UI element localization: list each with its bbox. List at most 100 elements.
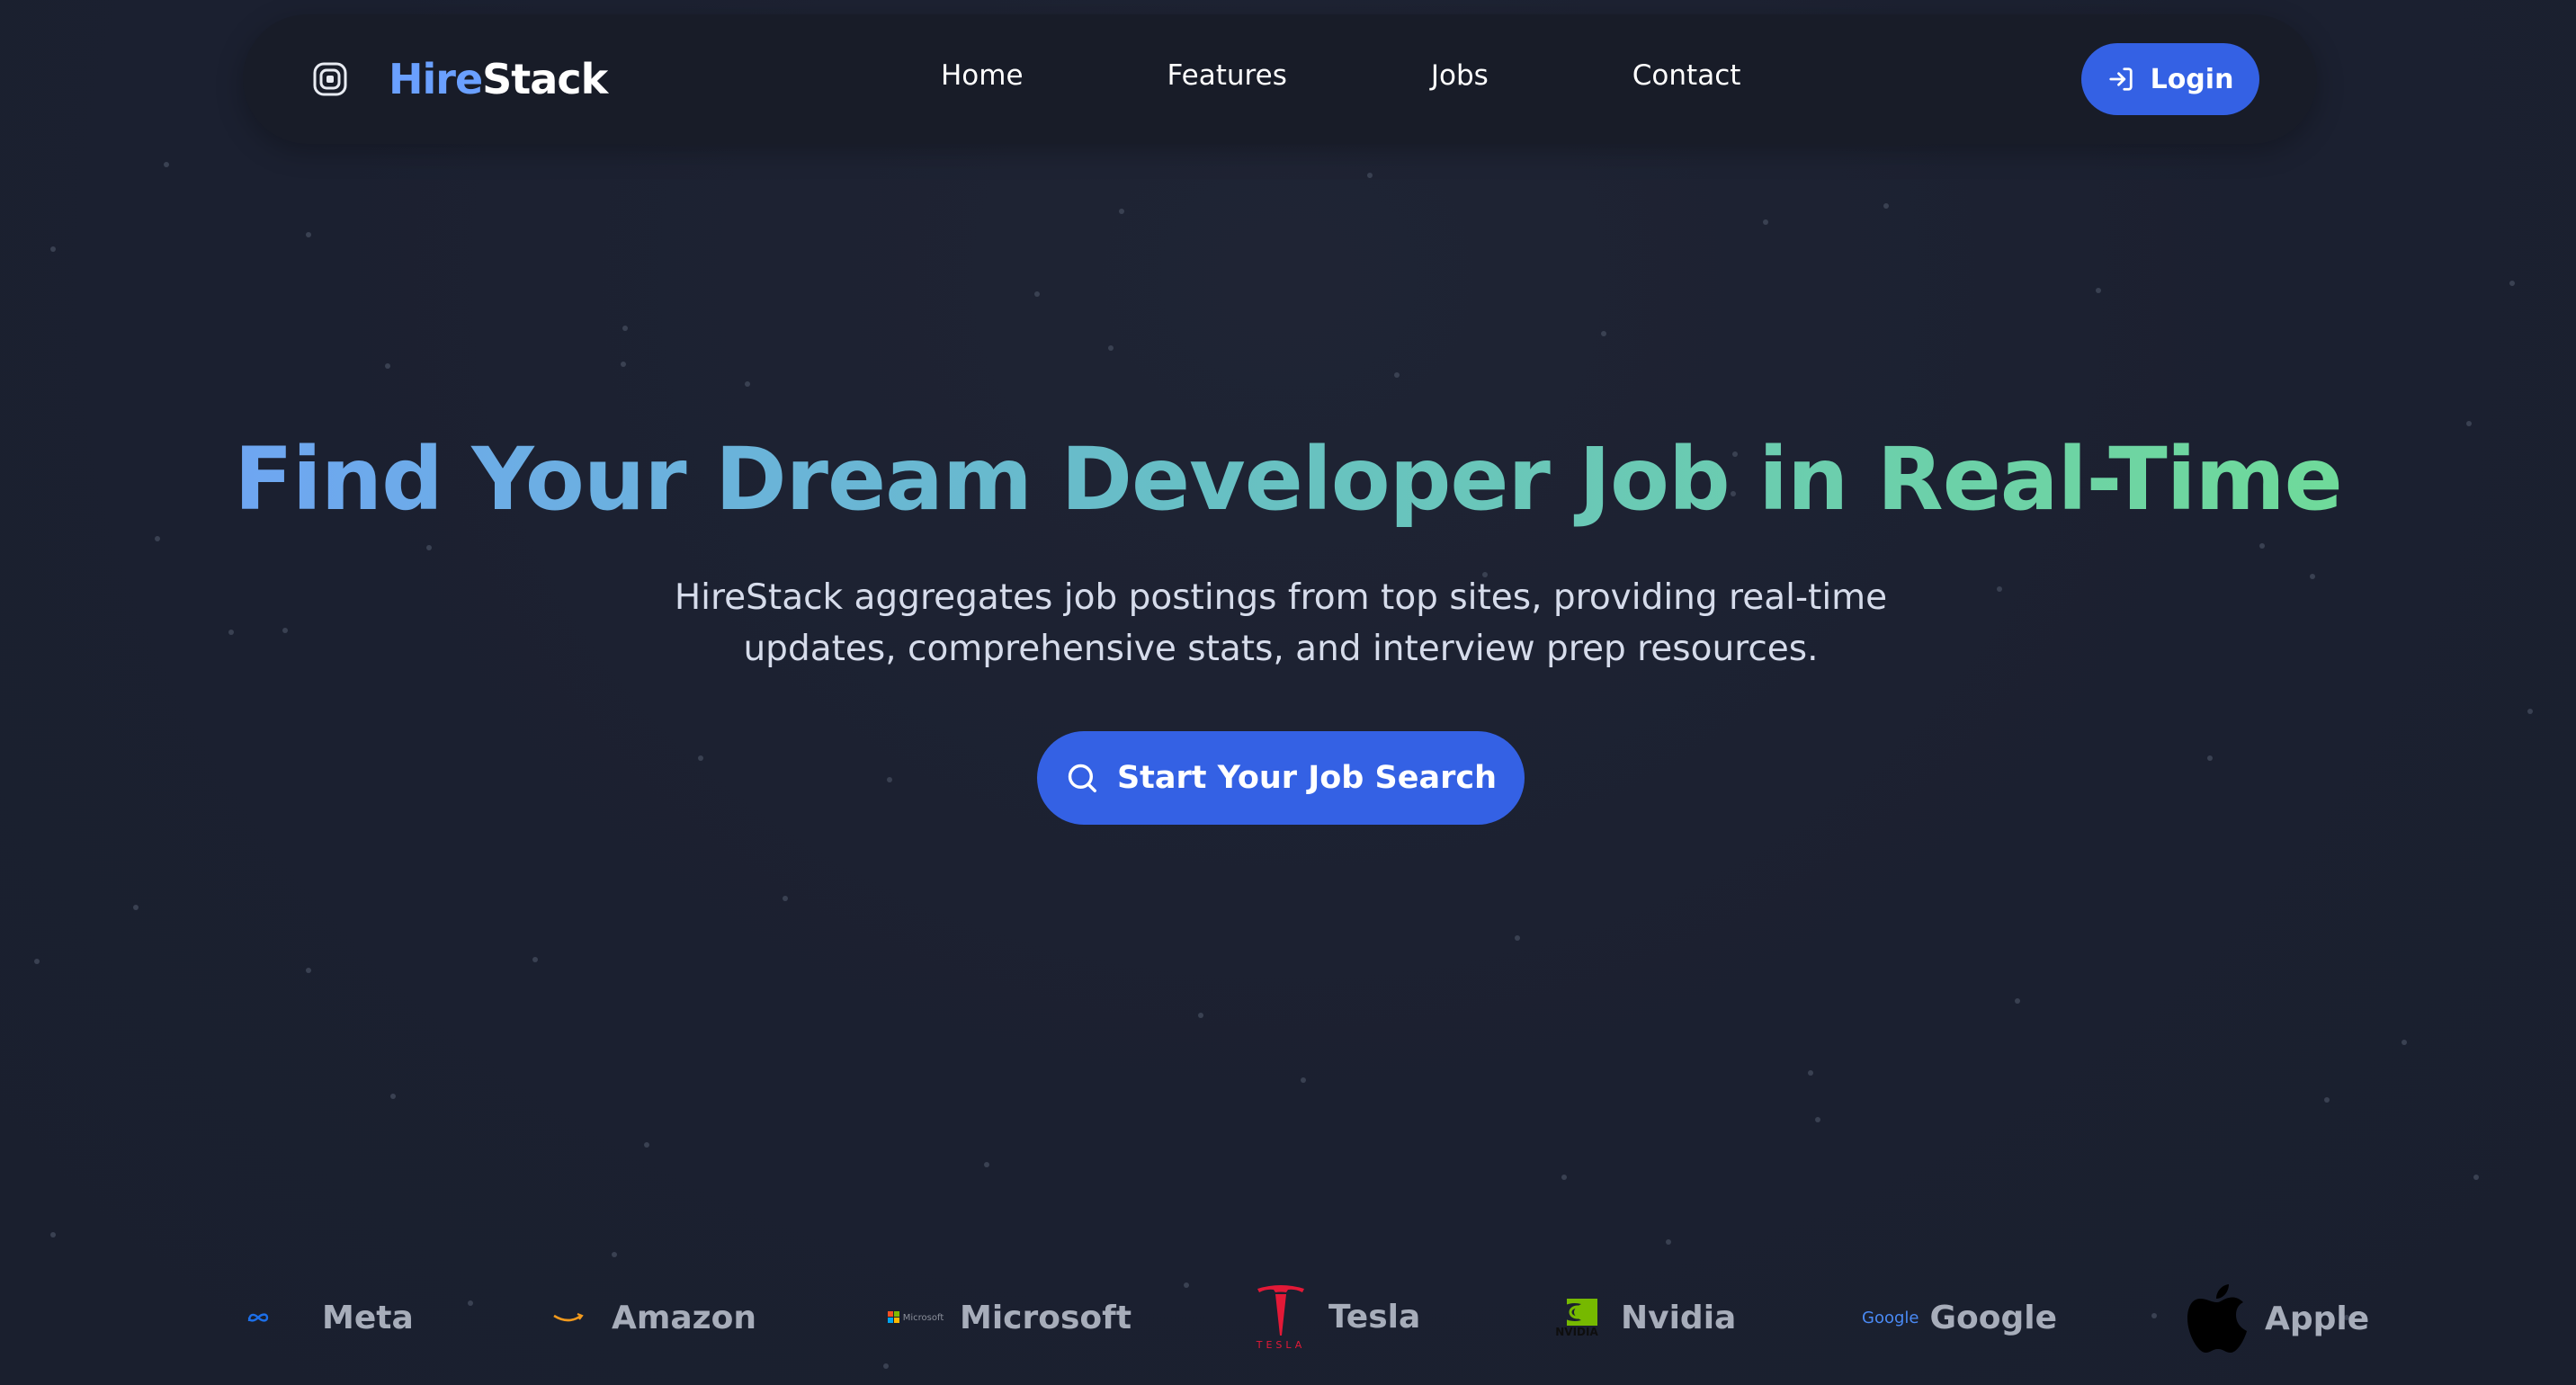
background-star xyxy=(2015,998,2020,1004)
company-name-apple: Apple xyxy=(2265,1300,2370,1337)
background-star xyxy=(228,630,234,635)
background-star xyxy=(1601,331,1606,336)
background-star xyxy=(2259,543,2265,549)
company-name-amazon: Amazon xyxy=(612,1299,756,1336)
company-meta: Meta xyxy=(246,1277,414,1358)
company-name-tesla: Tesla xyxy=(1328,1298,1421,1336)
nav-link-contact[interactable]: Contact xyxy=(1632,59,1741,92)
background-star xyxy=(164,162,169,167)
background-star xyxy=(306,968,311,973)
hero-title: Find Your Dream Developer Job in Real-Ti… xyxy=(0,430,2576,529)
company-name-nvidia: Nvidia xyxy=(1621,1299,1737,1336)
background-star xyxy=(1034,291,1040,297)
background-star xyxy=(887,777,892,782)
background-star xyxy=(2310,574,2315,579)
background-star xyxy=(1301,1077,1306,1083)
microsoft-logo-icon: Microsoft xyxy=(886,1309,945,1327)
company-apple: Apple xyxy=(2187,1273,2369,1363)
background-star xyxy=(1561,1175,1567,1180)
start-job-search-button[interactable]: Start Your Job Search xyxy=(1037,731,1525,825)
background-star xyxy=(1763,219,1768,225)
company-name-meta: Meta xyxy=(322,1299,414,1336)
nvidia-eye-icon xyxy=(1556,1299,1597,1326)
nvidia-logo-icon: NVIDIA xyxy=(1549,1297,1605,1338)
background-star xyxy=(2207,755,2213,761)
background-star xyxy=(644,1142,649,1148)
hero-title-text: Find Your Dream Developer Job in Real-Ti… xyxy=(234,429,2343,530)
company-amazon: Amazon xyxy=(550,1277,756,1358)
background-star xyxy=(698,755,703,761)
google-logo-text: Google xyxy=(1862,1308,1919,1327)
background-star xyxy=(390,1094,396,1099)
background-star xyxy=(385,363,390,369)
tesla-logo-text: TESLA xyxy=(1256,1338,1306,1351)
background-star xyxy=(1119,209,1124,214)
layers-icon xyxy=(313,62,347,96)
microsoft-squares-icon xyxy=(887,1311,899,1323)
login-button[interactable]: Login xyxy=(2081,43,2259,115)
company-name-microsoft: Microsoft xyxy=(960,1299,1132,1336)
background-star xyxy=(1108,345,1114,351)
background-star xyxy=(1997,586,2002,592)
nav-link-features[interactable]: Features xyxy=(1167,59,1287,92)
background-star xyxy=(612,1252,617,1257)
background-star xyxy=(1808,1070,1813,1076)
background-star xyxy=(306,232,311,237)
background-star xyxy=(133,905,139,910)
background-star xyxy=(1815,1117,1820,1122)
company-tesla: TESLA Tesla xyxy=(1253,1272,1420,1362)
background-star xyxy=(426,545,432,550)
start-job-search-label: Start Your Job Search xyxy=(1116,760,1498,796)
background-star xyxy=(745,381,750,387)
background-star xyxy=(622,326,628,331)
background-star xyxy=(2324,1097,2330,1103)
nav-link-home[interactable]: Home xyxy=(941,59,1024,92)
background-star xyxy=(1515,935,1520,941)
background-star xyxy=(783,896,788,901)
nav-link-jobs[interactable]: Jobs xyxy=(1431,59,1489,92)
brand-name-part1: Hire xyxy=(389,55,483,103)
company-nvidia: NVIDIA Nvidia xyxy=(1549,1277,1736,1358)
background-star xyxy=(1666,1239,1671,1245)
meta-logo-icon xyxy=(247,1313,269,1322)
background-star xyxy=(34,959,40,964)
background-star xyxy=(2527,709,2533,714)
background-star xyxy=(1883,203,1889,209)
background-star xyxy=(1198,1013,1203,1018)
background-star xyxy=(50,1232,56,1238)
tesla-logo-icon: TESLA xyxy=(1253,1283,1309,1351)
background-star xyxy=(1394,372,1400,378)
nvidia-logo-text: NVIDIA xyxy=(1555,1326,1598,1338)
company-logo-strip: Meta Amazon Microsoft Microsoft TESLA Te… xyxy=(0,1277,2576,1367)
brand-name: HireStack xyxy=(389,55,608,103)
navbar: HireStack Home Features Jobs Contact Log… xyxy=(243,14,2317,144)
company-name-google: Google xyxy=(1929,1299,2058,1336)
starfield-background xyxy=(0,0,2576,1385)
background-star xyxy=(2473,1175,2479,1180)
background-star xyxy=(2509,281,2515,286)
background-star xyxy=(532,957,538,962)
background-star xyxy=(282,628,288,633)
background-star xyxy=(1367,173,1373,178)
apple-logo-icon xyxy=(2187,1284,2247,1353)
background-star xyxy=(2402,1040,2407,1045)
nav-links: Home Features Jobs Contact xyxy=(941,59,1740,92)
background-star xyxy=(2096,288,2101,293)
brand-name-part2: Stack xyxy=(482,55,608,103)
login-arrow-icon xyxy=(2108,67,2133,91)
company-microsoft: Microsoft Microsoft xyxy=(886,1277,1131,1358)
background-star xyxy=(621,362,626,367)
hero-subtitle: HireStack aggregates job postings from t… xyxy=(674,577,1888,669)
background-star xyxy=(50,246,56,252)
tesla-t-icon xyxy=(1257,1284,1304,1336)
google-logo-icon: Google xyxy=(1862,1309,1919,1327)
company-google: Google Google xyxy=(1862,1277,2057,1358)
amazon-logo-icon xyxy=(553,1312,584,1322)
landing-page: HireStack Home Features Jobs Contact Log… xyxy=(0,0,2576,1385)
background-star xyxy=(2466,421,2472,426)
background-star xyxy=(984,1162,989,1167)
login-button-label: Login xyxy=(2150,63,2234,95)
brand-logo[interactable]: HireStack xyxy=(313,50,608,108)
background-star xyxy=(155,536,160,541)
search-icon xyxy=(1068,764,1096,792)
